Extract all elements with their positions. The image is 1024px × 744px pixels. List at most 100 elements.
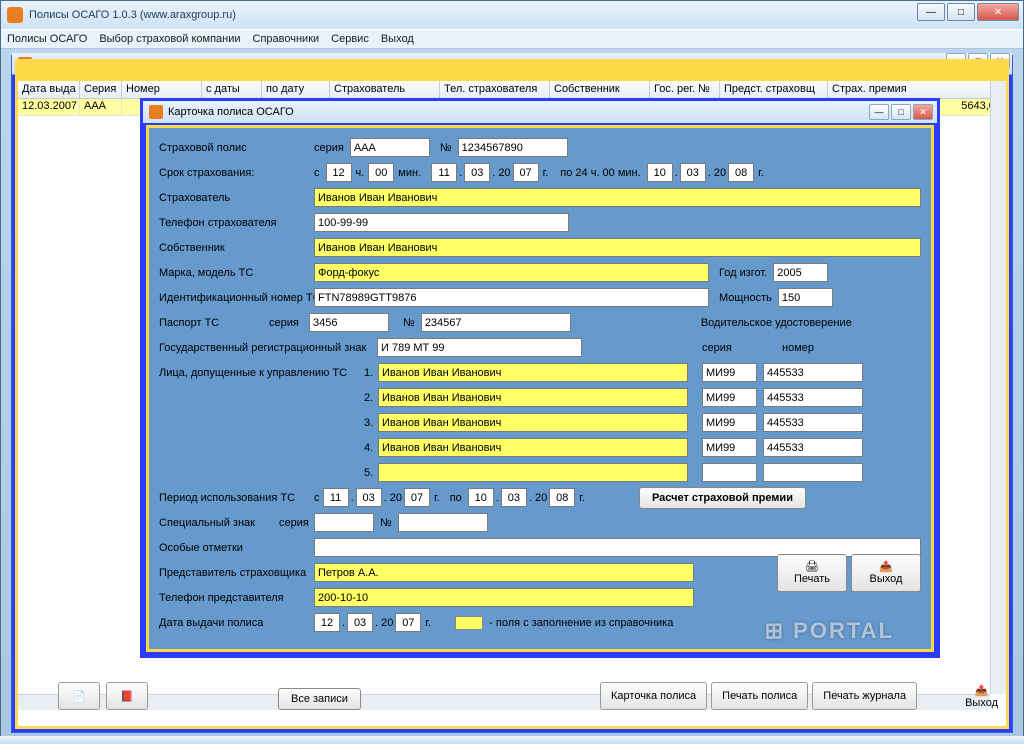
card-button[interactable]: Карточка полиса [600,682,707,710]
menu-exit[interactable]: Выход [381,33,414,45]
card-maximize[interactable]: □ [891,104,911,120]
toolbar-delete-icon[interactable]: 📕 [106,682,148,710]
lic2-num[interactable] [763,388,863,407]
repphone-label: Телефон представителя [159,592,314,604]
main-title-bar[interactable]: Полисы ОСАГО 1.0.3 (www.araxgroup.ru) — … [1,1,1023,29]
mdi-exit-button[interactable]: Выход [965,697,998,709]
col-num[interactable]: Номер [122,81,202,98]
menu-service[interactable]: Сервис [331,33,369,45]
owner-input[interactable] [314,238,921,257]
close-button[interactable]: ✕ [977,3,1019,21]
calc-button[interactable]: Расчет страховой премии [639,487,806,509]
phone-label: Телефон страхователя [159,217,314,229]
driver5-input[interactable] [378,463,688,482]
g2-label: г. [758,167,764,179]
power-input[interactable] [778,288,833,307]
card-title-bar[interactable]: Карточка полиса ОСАГО — □ ✕ [143,101,937,123]
all-records-button[interactable]: Все записи [278,688,361,710]
special-num[interactable] [398,513,488,532]
use-ed[interactable] [468,488,494,507]
driver2-input[interactable] [378,388,688,407]
driver3-input[interactable] [378,413,688,432]
menu-company[interactable]: Выбор страховой компании [99,33,240,45]
to24-label: по 24 ч. 00 мин. [560,167,640,179]
rep-input[interactable] [314,563,694,582]
repphone-input[interactable] [314,588,694,607]
start-hour[interactable] [326,163,352,182]
start-min[interactable] [368,163,394,182]
use-sy[interactable] [404,488,430,507]
lic1-series[interactable] [702,363,757,382]
start-year[interactable] [513,163,539,182]
sn-label: № [380,517,392,529]
start-day[interactable] [431,163,457,182]
series-input[interactable] [350,138,430,157]
plate-input[interactable] [377,338,582,357]
special-series[interactable] [314,513,374,532]
phone-input[interactable] [314,213,569,232]
passport-series[interactable] [309,313,389,332]
driver1-input[interactable] [378,363,688,382]
lic3-series[interactable] [702,413,757,432]
lic3-num[interactable] [763,413,863,432]
menu-refs[interactable]: Справочники [253,33,320,45]
year-input[interactable] [773,263,828,282]
col-owner[interactable]: Собственник [550,81,650,98]
col-from[interactable]: с даты [202,81,262,98]
model-input[interactable] [314,263,709,282]
licser-label: серия [702,342,752,354]
driver4-input[interactable] [378,438,688,457]
menu-policies[interactable]: Полисы ОСАГО [7,33,87,45]
insurer-input[interactable] [314,188,921,207]
print-button[interactable]: 🖨Печать [777,554,847,592]
maximize-button[interactable]: □ [947,3,975,21]
card-minimize[interactable]: — [869,104,889,120]
passport-number[interactable] [421,313,571,332]
lic5-num[interactable] [763,463,863,482]
print-journal-button[interactable]: Печать журнала [812,682,917,710]
pnum-label: № [403,317,415,329]
h-label: ч. [356,167,365,179]
minimize-button[interactable]: — [917,3,945,21]
vin-input[interactable] [314,288,709,307]
license-label: Водительское удостоверение [701,317,852,329]
use-sd[interactable] [323,488,349,507]
issue-y[interactable] [395,613,421,632]
special-label: Специальный знак [159,517,279,529]
col-plate[interactable]: Гос. рег. № [650,81,720,98]
col-to[interactable]: по дату [262,81,330,98]
card-close[interactable]: ✕ [913,104,933,120]
col-phone[interactable]: Тел. страхователя [440,81,550,98]
lic2-series[interactable] [702,388,757,407]
print-label: Печать [794,573,830,585]
issue-d[interactable] [314,613,340,632]
number-input[interactable] [458,138,568,157]
vertical-scrollbar[interactable] [990,81,1006,694]
start-month[interactable] [464,163,490,182]
col-insurer[interactable]: Страхователь [330,81,440,98]
col-rep[interactable]: Предст. страховщ [720,81,828,98]
col-series[interactable]: Серия [80,81,122,98]
menu-bar: Полисы ОСАГО Выбор страховой компании Сп… [1,29,1023,49]
lic4-series[interactable] [702,438,757,457]
watermark: ⊞ PORTAL [765,618,894,644]
lic1-num[interactable] [763,363,863,382]
lic4-num[interactable] [763,438,863,457]
use-sm[interactable] [356,488,382,507]
print-policy-button[interactable]: Печать полиса [711,682,808,710]
exit-button[interactable]: 📤Выход [851,554,921,592]
g1-label: г. [543,167,549,179]
card-icon [149,105,163,119]
toolbar-new-icon[interactable]: 📄 [58,682,100,710]
end-year[interactable] [728,163,754,182]
lic5-series[interactable] [702,463,757,482]
col-premium[interactable]: Страх. премия [828,81,1006,98]
end-day[interactable] [647,163,673,182]
col-date[interactable]: Дата выда [18,81,80,98]
use-ey[interactable] [549,488,575,507]
use-em[interactable] [501,488,527,507]
issue-m[interactable] [347,613,373,632]
min-label: мин. [398,167,421,179]
policy-label: Страховой полис [159,142,314,154]
end-month[interactable] [680,163,706,182]
